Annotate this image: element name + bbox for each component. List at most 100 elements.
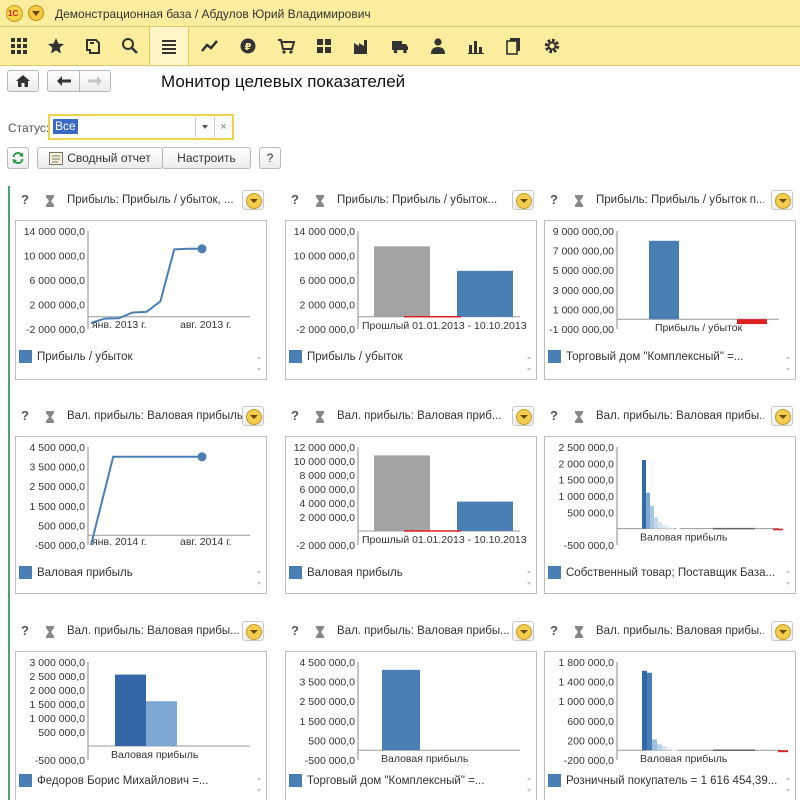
- status-value[interactable]: Все: [53, 119, 78, 134]
- legend-scroll-up[interactable]: [257, 777, 261, 780]
- bar: [650, 505, 654, 529]
- status-clear-button[interactable]: ×: [214, 117, 232, 137]
- y-tick-label: 500 000,0: [567, 507, 614, 519]
- star-icon: [48, 38, 64, 54]
- warehouse-icon: [317, 39, 331, 53]
- section-staff[interactable]: [419, 27, 457, 65]
- home-button[interactable]: [7, 70, 39, 92]
- widget-menu-button[interactable]: [242, 621, 264, 641]
- legend-scroll-up[interactable]: [786, 570, 790, 573]
- widget-menu-button[interactable]: [512, 406, 534, 426]
- widget-menu-button[interactable]: [771, 621, 793, 641]
- widget-title: Прибыль: Прибыль / убыток, ...: [67, 194, 234, 206]
- y-tick-label: 14 000 000,0: [294, 226, 355, 238]
- y-tick-label: 2 500 000,0: [300, 696, 356, 708]
- section-trend[interactable]: [191, 27, 229, 65]
- legend-label: Торговый дом "Комплексный" =...: [307, 774, 485, 787]
- y-tick-label: 1 000 000,00: [553, 304, 614, 316]
- legend-scroll-up[interactable]: [527, 356, 531, 359]
- x-tick-label: авг. 2013 г.: [180, 319, 232, 331]
- bar: [146, 701, 177, 746]
- legend-scroll-down[interactable]: [786, 582, 790, 585]
- widget-help-button[interactable]: ?: [291, 408, 299, 423]
- help-button[interactable]: ?: [259, 147, 281, 169]
- section-delivery[interactable]: [381, 27, 419, 65]
- widget-menu-button[interactable]: [512, 190, 534, 210]
- y-tick-label: 4 500 000,0: [300, 657, 356, 669]
- configure-label: Настроить: [177, 151, 236, 165]
- section-sales[interactable]: [267, 27, 305, 65]
- legend-scroll-down[interactable]: [527, 368, 531, 371]
- section-warehouse[interactable]: [305, 27, 343, 65]
- y-tick-label: 2 500 000,0: [30, 671, 86, 683]
- back-button[interactable]: [47, 70, 80, 92]
- chart-legend: Прибыль / убыток: [289, 350, 403, 363]
- section-finance[interactable]: ₽: [229, 27, 267, 65]
- widget-help-button[interactable]: ?: [21, 623, 29, 638]
- forward-button[interactable]: [79, 70, 111, 92]
- legend-scroll-up[interactable]: [257, 570, 261, 573]
- bar: [657, 744, 662, 751]
- widget-help-button[interactable]: ?: [21, 408, 29, 423]
- status-dropdown-button[interactable]: [195, 117, 213, 137]
- section-reports[interactable]: [457, 27, 495, 65]
- y-tick-label: 3 500 000,0: [30, 462, 86, 474]
- y-tick-label: 500 000,0: [38, 727, 85, 739]
- legend-scroll-down[interactable]: [257, 368, 261, 371]
- widget-help-button[interactable]: ?: [291, 192, 299, 207]
- bar: [652, 739, 657, 751]
- legend-scroll-down[interactable]: [257, 582, 261, 585]
- legend-scroll-up[interactable]: [527, 777, 531, 780]
- configure-button[interactable]: Настроить: [162, 147, 251, 169]
- legend-scroll-down[interactable]: [527, 789, 531, 792]
- widget-menu-button[interactable]: [771, 406, 793, 426]
- section-documents[interactable]: [495, 27, 533, 65]
- main-menu-button[interactable]: [28, 5, 44, 21]
- widget-help-button[interactable]: ?: [291, 623, 299, 638]
- section-search[interactable]: [111, 27, 149, 65]
- section-menu[interactable]: [149, 27, 189, 65]
- y-tick-label: 2 000 000,0: [300, 512, 356, 524]
- widget-menu-button[interactable]: [512, 621, 534, 641]
- status-field[interactable]: Все ×: [48, 114, 234, 140]
- legend-scroll-up[interactable]: [257, 356, 261, 359]
- legend-scroll-up[interactable]: [786, 356, 790, 359]
- widget-title: Прибыль: Прибыль / убыток...: [337, 194, 498, 206]
- legend-scroll-down[interactable]: [786, 368, 790, 371]
- widget-help-button[interactable]: ?: [21, 192, 29, 207]
- widget-title: Вал. прибыль: Валовая прибы...: [337, 625, 510, 637]
- y-tick-label: 2 000 000,0: [30, 685, 86, 697]
- legend-scroll-up[interactable]: [527, 570, 531, 573]
- line-series: [90, 455, 202, 546]
- chart-legend: Собственный товар; Поставщик База...: [548, 566, 775, 579]
- app-logo[interactable]: 1С: [6, 5, 23, 22]
- widget-title: Вал. прибыль: Валовая приб...: [337, 410, 502, 422]
- widget-menu-button[interactable]: [771, 190, 793, 210]
- legend-scroll-up[interactable]: [786, 777, 790, 780]
- section-settings[interactable]: [533, 27, 571, 65]
- widget-menu-button[interactable]: [242, 406, 264, 426]
- widget-help-button[interactable]: ?: [550, 408, 558, 423]
- legend-scroll-down[interactable]: [527, 582, 531, 585]
- line-end-point: [197, 452, 207, 462]
- summary-report-button[interactable]: Сводный отчет: [37, 147, 163, 169]
- y-tick-label: 2 000 000,0: [300, 300, 356, 312]
- bar: [676, 528, 680, 530]
- widget-help-button[interactable]: ?: [550, 192, 558, 207]
- section-history[interactable]: [74, 27, 112, 65]
- hourglass-icon: [574, 195, 584, 207]
- widget-help-button[interactable]: ?: [550, 623, 558, 638]
- bar: [115, 674, 146, 746]
- section-production[interactable]: [343, 27, 381, 65]
- documents-icon: [506, 38, 520, 55]
- x-tick-label: янв. 2014 г.: [92, 536, 147, 548]
- y-tick-label: -2 000 000,0: [26, 324, 85, 336]
- refresh-button[interactable]: [7, 147, 29, 169]
- section-favorites[interactable]: [37, 27, 75, 65]
- legend-scroll-down[interactable]: [786, 789, 790, 792]
- widget-menu-button[interactable]: [242, 190, 264, 210]
- x-category-label: Прошлый 01.01.2013 - 10.10.2013: [362, 320, 527, 332]
- section-apps[interactable]: [0, 27, 38, 65]
- legend-scroll-down[interactable]: [257, 789, 261, 792]
- y-tick-label: 6 000 000,0: [30, 275, 86, 287]
